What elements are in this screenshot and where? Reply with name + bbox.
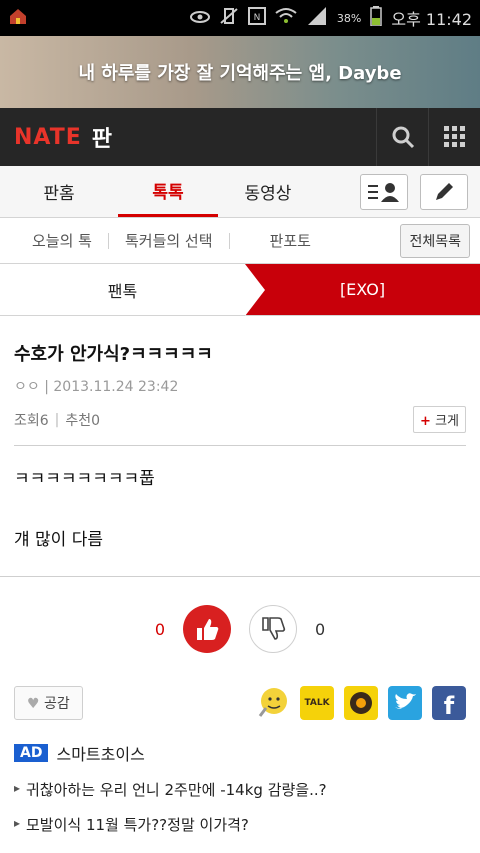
breadcrumb-exo[interactable]: [EXO] <box>245 264 480 316</box>
share-bar: ♥ 공감 TALK f <box>0 681 480 725</box>
clock: 오후 11:42 <box>391 10 472 29</box>
battery-percent: 38% <box>336 11 362 25</box>
post-body: ㅋㅋㅋㅋㅋㅋㅋㅋ풉 걔 많이 다름 <box>0 446 480 577</box>
user-list-icon <box>368 182 399 202</box>
upvote-count: 0 <box>154 619 165 639</box>
post-stats: 조회6 | 추천0 + 크게 <box>14 406 466 433</box>
downvote-button[interactable] <box>249 605 297 653</box>
ad-link[interactable]: 귀찮아하는 우리 언니 2주만에 -14kg 감량을..? <box>14 779 466 800</box>
breadcrumb-label: [EXO] <box>339 280 386 299</box>
svg-text:N: N <box>254 13 261 23</box>
heart-icon: ♥ <box>27 696 40 712</box>
vote-area: 0 0 <box>0 577 480 681</box>
sub-tabs: 오늘의 톡 톡커들의 선택 판포토 전체목록 <box>0 218 480 264</box>
tab-talkers-choice[interactable]: 톡커들의 선택 <box>125 230 213 251</box>
tab-label: 톡톡 <box>152 182 184 203</box>
post-date: 2013.11.24 23:42 <box>53 379 179 395</box>
post-title: 수호가 안가식?ㅋㅋㅋㅋㅋ <box>14 344 213 365</box>
search-button[interactable] <box>376 108 428 166</box>
tab-toktok[interactable]: 톡톡 <box>118 166 218 217</box>
post-meta: ㅇㅇ | 2013.11.24 23:42 <box>14 376 466 396</box>
write-button[interactable] <box>420 173 468 210</box>
enlarge-text-button[interactable]: + 크게 <box>413 406 466 433</box>
empathy-label: 공감 <box>44 696 70 712</box>
ad-badge: AD <box>14 744 49 762</box>
empathy-button[interactable]: ♥ 공감 <box>14 686 83 720</box>
breadcrumb-label: 팬톡 <box>107 281 138 301</box>
post-author: ㅇㅇ <box>14 379 40 395</box>
share-facebook-button[interactable]: f <box>432 686 466 720</box>
app-header: NATE 판 <box>0 108 480 166</box>
divider <box>228 232 230 249</box>
emoticon-icon <box>258 688 287 717</box>
menu-button[interactable] <box>428 108 480 166</box>
body-line: ㅋㅋㅋㅋㅋㅋㅋㅋ풉 <box>14 469 155 489</box>
tab-pan-home[interactable]: 판홈 <box>0 166 118 217</box>
share-kakaostory-button[interactable] <box>344 686 378 720</box>
recommend-count: 추천0 <box>65 412 101 429</box>
ad-section: AD 스마트초이스 귀찮아하는 우리 언니 2주만에 -14kg 감량을..? … <box>0 725 480 835</box>
tab-video[interactable]: 동영상 <box>218 166 318 217</box>
plus-icon: + <box>420 414 431 429</box>
tab-today-talk[interactable]: 오늘의 톡 <box>32 230 92 251</box>
divider <box>107 232 109 249</box>
tab-pan-photo[interactable]: 판포토 <box>270 230 311 251</box>
upvote-button[interactable] <box>183 605 231 653</box>
body-line: 걔 많이 다름 <box>14 530 104 550</box>
twitter-icon <box>395 693 416 709</box>
tab-label: 판홈 <box>43 184 75 204</box>
breadcrumb-fantalk[interactable]: 팬톡 <box>0 264 245 315</box>
share-emoticon-button[interactable] <box>256 686 290 720</box>
nate-logo[interactable]: NATE <box>14 125 82 150</box>
vibrate-off-icon <box>219 7 239 29</box>
thumbs-down-icon <box>262 617 286 640</box>
tab-label: 동영상 <box>244 184 292 204</box>
banner-text: 내 하루를 가장 잘 기억해주는 앱, Daybe <box>78 63 402 84</box>
view-count: 조회6 <box>14 412 49 429</box>
enlarge-label: 크게 <box>435 414 459 429</box>
ad-brand[interactable]: 스마트초이스 <box>56 741 144 765</box>
meta-divider: | <box>44 379 49 395</box>
breadcrumb: 팬톡 [EXO] <box>0 264 480 316</box>
facebook-icon: f <box>443 692 455 720</box>
wifi-icon <box>275 7 297 29</box>
main-tabs: 판홈 톡톡 동영상 <box>0 166 480 218</box>
grid-icon <box>443 126 465 147</box>
home-notification-icon <box>8 6 38 30</box>
share-kakaotalk-button[interactable]: TALK <box>300 686 334 720</box>
kakaostory-icon <box>350 692 372 714</box>
share-twitter-button[interactable] <box>388 686 422 720</box>
ad-link[interactable]: 모발이식 11월 특가??정말 이가격? <box>14 814 466 835</box>
all-list-button[interactable]: 전체목록 <box>400 223 470 258</box>
eye-icon <box>189 9 210 28</box>
status-bar: N 38% 오후 11:42 <box>0 0 480 36</box>
nfc-icon: N <box>247 7 266 29</box>
stats-divider: | <box>54 411 60 428</box>
downvote-count: 0 <box>315 619 326 639</box>
battery-icon <box>370 6 383 30</box>
section-title: 판 <box>91 127 113 152</box>
kakaotalk-icon: TALK <box>304 698 330 708</box>
thumbs-up-icon <box>197 619 219 640</box>
my-page-button[interactable] <box>360 173 408 210</box>
signal-icon <box>306 7 328 29</box>
post-header: 수호가 안가식?ㅋㅋㅋㅋㅋ ㅇㅇ | 2013.11.24 23:42 조회6 … <box>0 316 480 446</box>
pencil-icon <box>436 182 453 200</box>
search-icon <box>392 126 414 149</box>
ad-banner[interactable]: 내 하루를 가장 잘 기억해주는 앱, Daybe <box>0 36 480 108</box>
